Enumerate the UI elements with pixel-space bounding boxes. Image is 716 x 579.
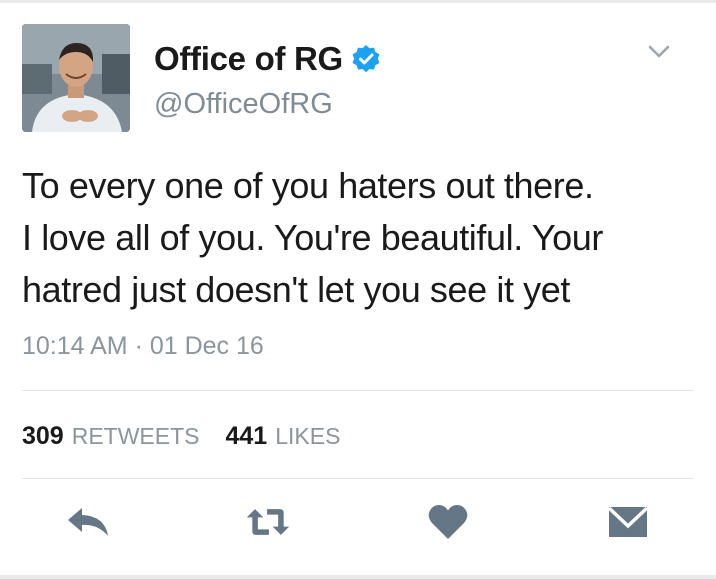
tweet-text: To every one of you haters out there. I … — [22, 160, 702, 316]
retweets-count: 309 — [22, 422, 64, 450]
divider — [22, 390, 694, 391]
tweet-stats: 309 RETWEETS 441 LIKES — [22, 422, 340, 451]
heart-icon — [428, 505, 468, 539]
display-name[interactable]: Office of RG — [154, 40, 343, 78]
top-rule — [0, 0, 716, 3]
author-name-row[interactable]: Office of RG — [154, 40, 381, 78]
retweets-label: RETWEETS — [71, 423, 200, 449]
chevron-down-icon[interactable] — [648, 44, 670, 60]
reply-icon — [68, 508, 108, 536]
tweet-line: To every one of you haters out there. — [22, 165, 594, 206]
likes-count: 441 — [225, 422, 268, 450]
retweet-icon — [246, 509, 290, 535]
tweet-line: hatred just doesn't let you see it yet — [22, 269, 571, 310]
bottom-rule — [0, 575, 716, 579]
retweet-button[interactable] — [244, 498, 292, 546]
message-button[interactable] — [604, 498, 652, 546]
profile-photo-icon — [22, 24, 130, 132]
timestamp: 10:14 AM · 01 Dec 16 — [22, 332, 264, 360]
likes-stat[interactable]: 441 LIKES — [226, 422, 341, 451]
verified-badge-icon — [351, 44, 381, 74]
like-button[interactable] — [424, 498, 472, 546]
tweet-line: I love all of you. You're beautiful. You… — [22, 217, 603, 258]
action-bar — [0, 498, 716, 558]
retweets-stat[interactable]: 309 RETWEETS — [22, 422, 200, 451]
avatar[interactable] — [22, 24, 130, 132]
likes-label: LIKES — [275, 423, 341, 449]
divider — [22, 478, 694, 479]
reply-button[interactable] — [64, 498, 112, 546]
envelope-icon — [607, 506, 649, 537]
handle[interactable]: @OfficeOfRG — [154, 88, 333, 121]
